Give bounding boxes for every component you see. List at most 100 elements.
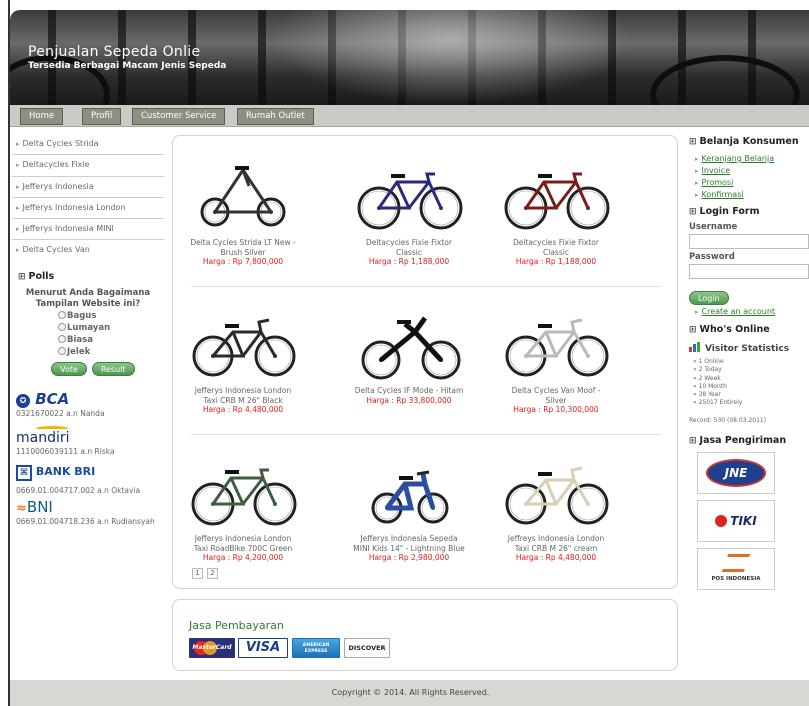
password-input[interactable] xyxy=(689,264,809,279)
login-heading: ⊞ Login Form xyxy=(689,206,809,217)
product-image[interactable] xyxy=(353,452,465,532)
product-card[interactable]: Jefferys Indonesia London Taxi CRB M 26"… xyxy=(187,304,299,415)
product-card[interactable]: Jefferys Indonesia London Taxi RoadBike … xyxy=(187,452,299,563)
stat-line: » 2 Week xyxy=(693,374,721,382)
poll-option[interactable]: Jelek xyxy=(58,346,164,358)
online-heading-label: Who's Online xyxy=(699,324,770,335)
arrow-icon: ▸ xyxy=(16,161,20,170)
nav-tab-profil[interactable]: Profil xyxy=(82,108,122,125)
page-link-1[interactable]: 1 xyxy=(192,568,203,579)
shipping-logos: JNE TIKI POS INDONESIA xyxy=(689,446,809,596)
link-label: Keranjang Belanja xyxy=(701,154,775,163)
arrow-icon: ▸ xyxy=(16,182,20,191)
product-card[interactable]: Deltacycles Fixie Fixtor Classic Harga : … xyxy=(353,156,465,267)
arrow-icon: ▸ xyxy=(16,225,20,234)
bank-account: 1110006039111 a.n Riska xyxy=(16,446,115,456)
radio-icon[interactable] xyxy=(58,310,66,319)
bank-account: 0669.01.004718.236 a.n Rudiansyah xyxy=(16,516,155,526)
tiki-text: TIKI xyxy=(730,514,757,529)
product-card[interactable]: Jeffreys Indonesia London Taxi CRB M 26"… xyxy=(500,452,612,563)
polls-heading: ⊞ Polls xyxy=(18,271,164,282)
bca-emblem-icon: ✪ xyxy=(16,393,30,408)
category-link[interactable]: ▸ Jefferys Indonesia MINI xyxy=(12,219,164,241)
visitor-statistics-title: Visitor Statistics xyxy=(689,342,809,355)
product-image[interactable] xyxy=(187,304,299,384)
link-invoice[interactable]: ▸ Invoice xyxy=(695,165,809,177)
nav-tab-customer-service[interactable]: Customer Service xyxy=(132,108,226,125)
product-card[interactable]: Delta Cycles Strida LT New - Brush Silve… xyxy=(187,156,299,267)
shipping-heading-label: Jasa Pengiriman xyxy=(699,435,787,447)
radio-icon[interactable] xyxy=(58,346,66,355)
shopping-heading-label: Belanja Konsumen xyxy=(699,136,799,147)
stat-line: » 2 Today xyxy=(693,366,722,374)
visitor-stats: » 1 Online » 2 Today » 2 Week » 10 Month… xyxy=(689,358,809,408)
category-link[interactable]: ▸ Delta Cycles Van xyxy=(12,240,164,261)
product-image[interactable] xyxy=(353,304,465,384)
product-price: Harga : Rp 4,200,000 xyxy=(202,553,284,562)
radio-icon[interactable] xyxy=(58,322,66,331)
stat-value: 2 Week xyxy=(698,374,721,382)
bri-logo-text: BANK BRI xyxy=(35,464,96,478)
product-name: Jefferys Indonesia Sepeda MINI Kids 14" … xyxy=(353,534,465,553)
product-image[interactable] xyxy=(500,156,612,236)
poll-option[interactable]: Bagus xyxy=(58,310,164,322)
create-account-link[interactable]: ▸ Create an account xyxy=(695,306,809,318)
square-bullet-icon: ⊞ xyxy=(689,137,697,147)
poll-question: Menurut Anda Bagaimana Tampilan Website … xyxy=(25,287,151,309)
product-card[interactable]: Delta Cycles IF Mode - Hitam Harga : Rp 3… xyxy=(353,304,465,405)
username-input[interactable] xyxy=(689,234,809,249)
bank-bca: ✪ BCA 0321670022 a.n Nanda xyxy=(16,390,164,418)
poll-option[interactable]: Biasa xyxy=(58,334,164,346)
product-image[interactable] xyxy=(353,156,465,236)
product-card[interactable]: Deltacycles Fixie Fixtor Classic Harga : … xyxy=(500,156,612,267)
poll-option-label: Bagus xyxy=(67,310,97,321)
category-link[interactable]: ▸ Jefferys Indonesia xyxy=(12,177,164,198)
jne-logo: JNE xyxy=(697,452,775,495)
page-link-2[interactable]: 2 xyxy=(207,568,218,579)
tiki-logo: TIKI xyxy=(697,500,775,543)
product-price: Harga : Rp 4,480,000 xyxy=(202,405,284,414)
arrow-icon: ▸ xyxy=(16,246,20,255)
square-bullet-icon: ⊞ xyxy=(689,207,697,217)
site-title: Penjualan Sepeda Onlie xyxy=(28,44,201,60)
link-konfirmasi[interactable]: ▸ Konfirmasi xyxy=(695,189,809,201)
product-card[interactable]: Delta Cycles Van Moof - Silver Harga : Rp… xyxy=(500,304,612,415)
password-label: Password xyxy=(689,252,735,262)
mastercard-logo: MasterCard xyxy=(189,638,235,658)
category-link[interactable]: ▸ Delta Cycles Strida xyxy=(12,134,164,156)
bank-bni: ≈BNI 0669.01.004718.236 a.n Rudiansyah xyxy=(16,498,164,526)
stat-value: 38 Year xyxy=(698,391,721,399)
product-card[interactable]: Jefferys Indonesia Sepeda MINI Kids 14" … xyxy=(353,452,465,563)
product-name: Deltacycles Fixie Fixtor Classic xyxy=(366,238,452,257)
category-link[interactable]: ▸ Jefferys Indonesia London xyxy=(12,198,164,220)
product-image[interactable] xyxy=(187,452,299,532)
link-label: Promosi xyxy=(701,178,734,187)
radio-icon[interactable] xyxy=(58,334,66,343)
product-image[interactable] xyxy=(187,156,299,236)
poll-option[interactable]: Lumayan xyxy=(58,322,164,334)
pos-text: POS INDONESIA xyxy=(711,576,761,583)
result-button[interactable]: Result xyxy=(91,361,135,376)
category-label: Jefferys Indonesia MINI xyxy=(22,224,114,234)
square-bullet-icon: ⊞ xyxy=(18,271,26,282)
arrow-icon: ▸ xyxy=(695,179,699,187)
category-label: Jefferys Indonesia xyxy=(22,181,94,191)
login-button[interactable]: Login xyxy=(689,291,729,305)
category-link[interactable]: ▸ Deltacycles Fixie xyxy=(12,155,164,177)
nav-tab-home[interactable]: Home xyxy=(20,108,64,125)
arrow-icon: ▸ xyxy=(695,167,699,175)
arrow-icon: ▸ xyxy=(16,140,20,148)
vote-button[interactable]: Vote xyxy=(51,361,87,376)
bri-emblem-icon: ⌘ xyxy=(16,464,32,481)
stat-value: 25017 Entirely xyxy=(698,399,743,407)
product-name: Jefferys Indonesia London Taxi CRB M 26"… xyxy=(194,386,292,405)
shopping-links: ▸ Keranjang Belanja ▸ Invoice ▸ Promosi ▸ Ko… xyxy=(689,153,809,201)
link-keranjang-belanja[interactable]: ▸ Keranjang Belanja xyxy=(695,153,809,165)
poll-option-label: Biasa xyxy=(67,334,93,345)
product-image[interactable] xyxy=(500,304,612,384)
site-subtitle: Tersedia Berbagai Macam Jenis Sepeda xyxy=(28,61,227,71)
link-promosi[interactable]: ▸ Promosi xyxy=(695,177,809,189)
jne-text: JNE xyxy=(706,459,766,488)
nav-tab-rumah-outlet[interactable]: Rumah Outlet xyxy=(237,108,314,125)
product-image[interactable] xyxy=(500,452,612,532)
